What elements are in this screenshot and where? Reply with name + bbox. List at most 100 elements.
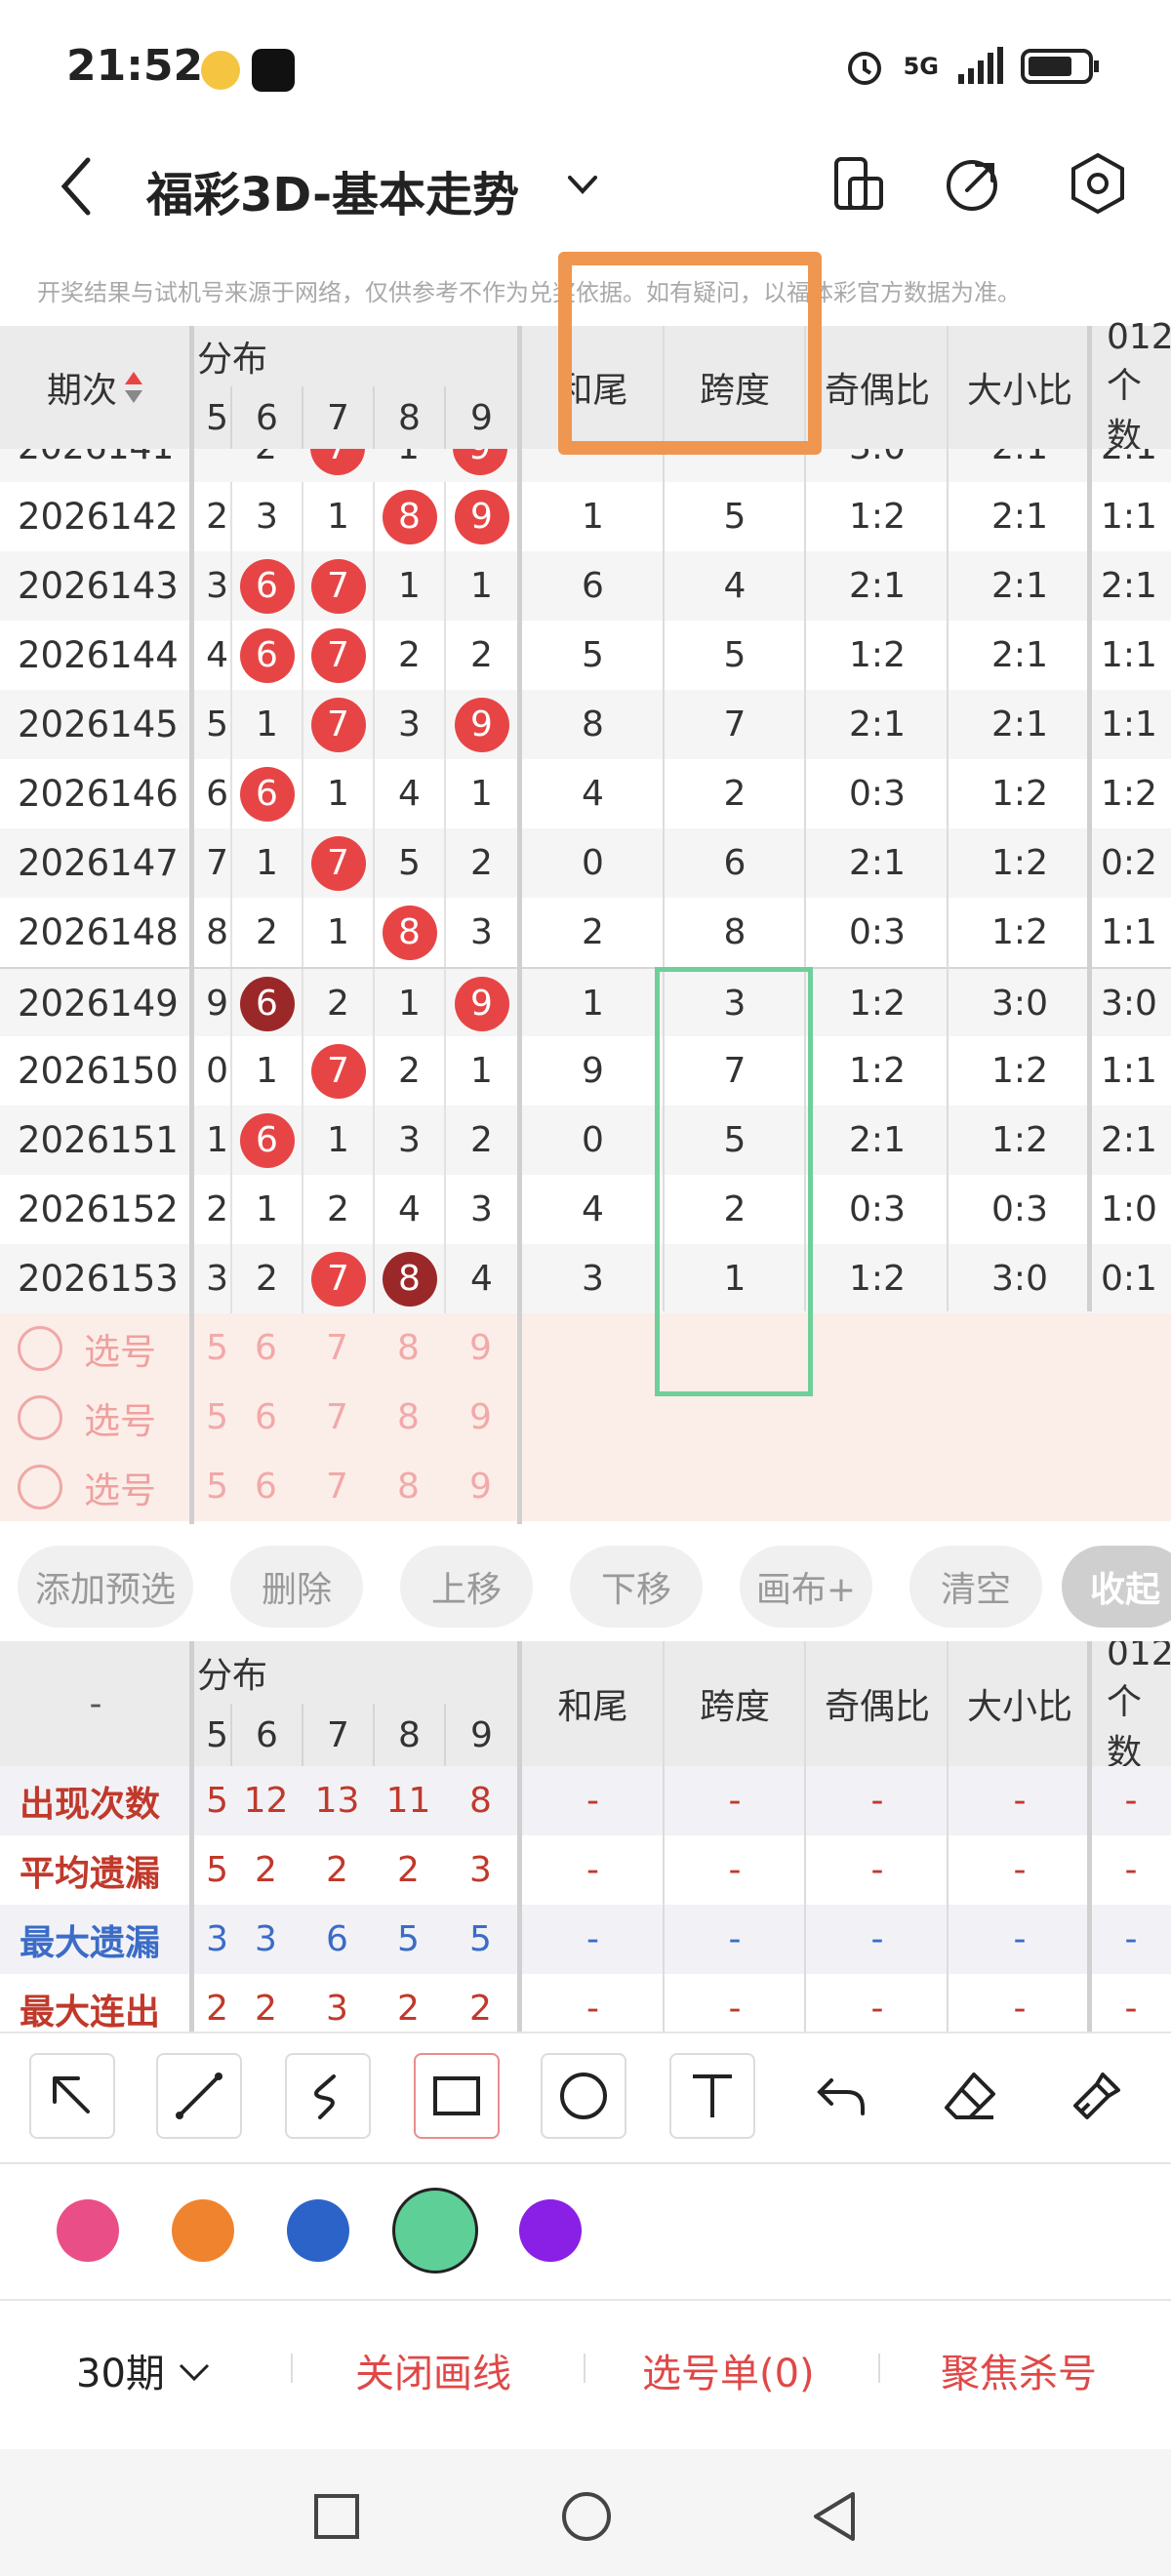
digit-cell: 4 bbox=[373, 1175, 444, 1244]
pick-digit-8[interactable]: 8 bbox=[373, 1383, 444, 1452]
pick-digit-8[interactable]: 8 bbox=[373, 1313, 444, 1383]
color-swatch-purple[interactable] bbox=[519, 2199, 582, 2262]
pick-digit-5[interactable]: 5 bbox=[191, 1313, 230, 1383]
chevron-down-icon[interactable] bbox=[564, 170, 601, 199]
pick-row[interactable]: 选号 5 6 7 8 9 bbox=[0, 1313, 1171, 1383]
color-swatch-pink[interactable] bbox=[57, 2199, 119, 2262]
page-title[interactable]: 福彩3D-基本走势 bbox=[146, 156, 519, 224]
table-row[interactable]: 2026142 2 3 1 8 9 1 5 1:2 2:1 1:1 bbox=[0, 482, 1171, 551]
c012-header-top: 012 bbox=[1107, 316, 1171, 357]
circle-tool[interactable] bbox=[541, 2053, 626, 2139]
digit-cell: 1 bbox=[302, 482, 373, 551]
digit-cell: 7 bbox=[302, 621, 373, 690]
pick-digit-5[interactable]: 5 bbox=[191, 1383, 230, 1452]
table-row[interactable]: 2026152 2 1 2 4 3 4 2 0:3 0:3 1:0 bbox=[0, 1175, 1171, 1244]
digit-cell: 5 bbox=[206, 704, 228, 745]
color-swatch-orange[interactable] bbox=[172, 2199, 234, 2262]
ball-7: 7 bbox=[310, 627, 366, 683]
stats-label: 最大遗漏 bbox=[20, 1922, 161, 1963]
stats-value: 2 bbox=[206, 1989, 228, 2029]
app-notification-icon bbox=[201, 51, 240, 90]
table-row[interactable]: 2026147 7 1 7 5 2 0 6 2:1 1:2 0:2 bbox=[0, 828, 1171, 898]
radio-icon[interactable] bbox=[18, 1325, 62, 1371]
home-icon[interactable] bbox=[560, 2490, 613, 2543]
digit-cell: 2 bbox=[373, 621, 444, 690]
clear-button[interactable]: 清空 bbox=[909, 1546, 1042, 1628]
pick-digit-7[interactable]: 7 bbox=[302, 1313, 373, 1383]
table-row[interactable]: 2026148 8 2 1 8 3 2 8 0:3 1:2 1:1 bbox=[0, 898, 1171, 967]
digit-cell: 1 bbox=[230, 690, 302, 759]
ball-6: 6 bbox=[239, 976, 295, 1031]
digit-cell: 1 bbox=[230, 828, 302, 898]
ball-7: 7 bbox=[310, 835, 366, 891]
move-up-button[interactable]: 上移 bbox=[400, 1546, 533, 1628]
color-swatch-green-selected[interactable] bbox=[392, 2188, 478, 2274]
move-down-button[interactable]: 下移 bbox=[570, 1546, 703, 1628]
text-tool[interactable] bbox=[669, 2053, 755, 2139]
annotation-green-rect[interactable] bbox=[655, 967, 813, 1396]
pick-digit-6[interactable]: 6 bbox=[230, 1313, 302, 1383]
pick-list-button[interactable]: 选号单(0) bbox=[642, 2342, 815, 2398]
c012-cell: 1:2 bbox=[1101, 774, 1157, 814]
undo-tool[interactable] bbox=[798, 2053, 884, 2139]
pick-row[interactable]: 选号 5 6 7 8 9 bbox=[0, 1383, 1171, 1452]
period-count-selector[interactable]: 30期 bbox=[76, 2342, 214, 2398]
settings-icon[interactable] bbox=[1064, 149, 1132, 218]
annotation-orange-rect[interactable] bbox=[558, 252, 822, 455]
status-time: 21:52 bbox=[66, 41, 204, 91]
pick-digit-9[interactable]: 9 bbox=[444, 1383, 517, 1452]
stats-dash: - bbox=[728, 1781, 742, 1821]
freehand-tool[interactable] bbox=[285, 2053, 371, 2139]
radio-icon[interactable] bbox=[18, 1464, 62, 1509]
pick-digit-5[interactable]: 5 bbox=[191, 1452, 230, 1521]
daxiao-header[interactable]: 大小比 bbox=[949, 326, 1091, 449]
back-nav-icon[interactable] bbox=[810, 2490, 859, 2543]
table-row[interactable]: 2026146 6 6 1 4 1 4 2 0:3 1:2 1:2 bbox=[0, 759, 1171, 828]
clear-brush-tool[interactable] bbox=[1054, 2053, 1140, 2139]
focus-kill-button[interactable]: 聚焦杀号 bbox=[941, 2342, 1097, 2398]
collapse-button[interactable]: 收起 bbox=[1062, 1546, 1171, 1628]
rotate-screen-icon[interactable] bbox=[825, 149, 893, 218]
pick-digit-8[interactable]: 8 bbox=[373, 1452, 444, 1521]
table-row[interactable]: 2026143 3 6 7 1 1 6 4 2:1 2:1 2:1 bbox=[0, 551, 1171, 621]
table-row[interactable]: 2026144 4 6 7 2 2 5 5 1:2 2:1 1:1 bbox=[0, 621, 1171, 690]
kuadu-cell: 4 bbox=[723, 566, 747, 606]
add-preselect-button[interactable]: 添加预选 bbox=[18, 1546, 193, 1628]
table-row[interactable]: 2026145 5 1 7 3 9 8 7 2:1 2:1 1:1 bbox=[0, 690, 1171, 759]
close-drawing-button[interactable]: 关闭画线 bbox=[355, 2342, 511, 2398]
back-icon[interactable] bbox=[51, 152, 100, 221]
pick-digit-9[interactable]: 9 bbox=[444, 1452, 517, 1521]
period-header[interactable]: 期次 bbox=[0, 326, 191, 449]
stats-dash: - bbox=[1124, 1919, 1138, 1959]
pick-digit-7[interactable]: 7 bbox=[302, 1452, 373, 1521]
stats-row: 平均遗漏 5 2 2 2 3- - - - - bbox=[0, 1835, 1171, 1905]
radio-icon[interactable] bbox=[18, 1394, 62, 1440]
canvas-plus-button[interactable]: 画布+ bbox=[740, 1546, 872, 1628]
color-swatch-blue[interactable] bbox=[287, 2199, 349, 2262]
period-cell: 2026141 bbox=[18, 449, 193, 482]
jiou-cell: 1:2 bbox=[849, 635, 906, 675]
hewei-cell: 0 bbox=[582, 1120, 604, 1160]
signal-icon bbox=[958, 47, 1003, 84]
pick-digit-6[interactable]: 6 bbox=[230, 1452, 302, 1521]
line-tool[interactable] bbox=[156, 2053, 242, 2139]
table-row[interactable]: 2026153 3 2 7 8 4 3 1 1:2 3:0 0:1 bbox=[0, 1244, 1171, 1313]
jiou-header[interactable]: 奇偶比 bbox=[806, 326, 949, 449]
share-icon[interactable] bbox=[940, 149, 1008, 218]
jiou-cell: 1:2 bbox=[849, 1051, 906, 1091]
delete-button[interactable]: 删除 bbox=[230, 1546, 363, 1628]
table-row[interactable]: 2026150 0 1 7 2 1 9 7 1:2 1:2 1:1 bbox=[0, 1036, 1171, 1106]
table-row[interactable]: 2026151 1 6 1 3 2 0 5 2:1 1:2 2:1 bbox=[0, 1106, 1171, 1175]
rectangle-tool[interactable] bbox=[414, 2053, 500, 2139]
table-row[interactable]: 2026149 9 6 2 1 9 1 3 1:2 3:0 3:0 bbox=[0, 967, 1171, 1038]
daxiao-cell: 2:1 bbox=[991, 497, 1048, 537]
pick-digit-9[interactable]: 9 bbox=[444, 1313, 517, 1383]
pick-digit-6[interactable]: 6 bbox=[230, 1383, 302, 1452]
recents-icon[interactable] bbox=[312, 2492, 361, 2541]
eraser-tool[interactable] bbox=[927, 2053, 1013, 2139]
c012-header[interactable]: 012 个数 bbox=[1091, 317, 1171, 457]
pick-digit-7[interactable]: 7 bbox=[302, 1383, 373, 1452]
select-arrow-tool[interactable] bbox=[29, 2053, 115, 2139]
daxiao-cell: 2:1 bbox=[991, 566, 1048, 606]
pick-row[interactable]: 选号 5 6 7 8 9 bbox=[0, 1452, 1171, 1521]
